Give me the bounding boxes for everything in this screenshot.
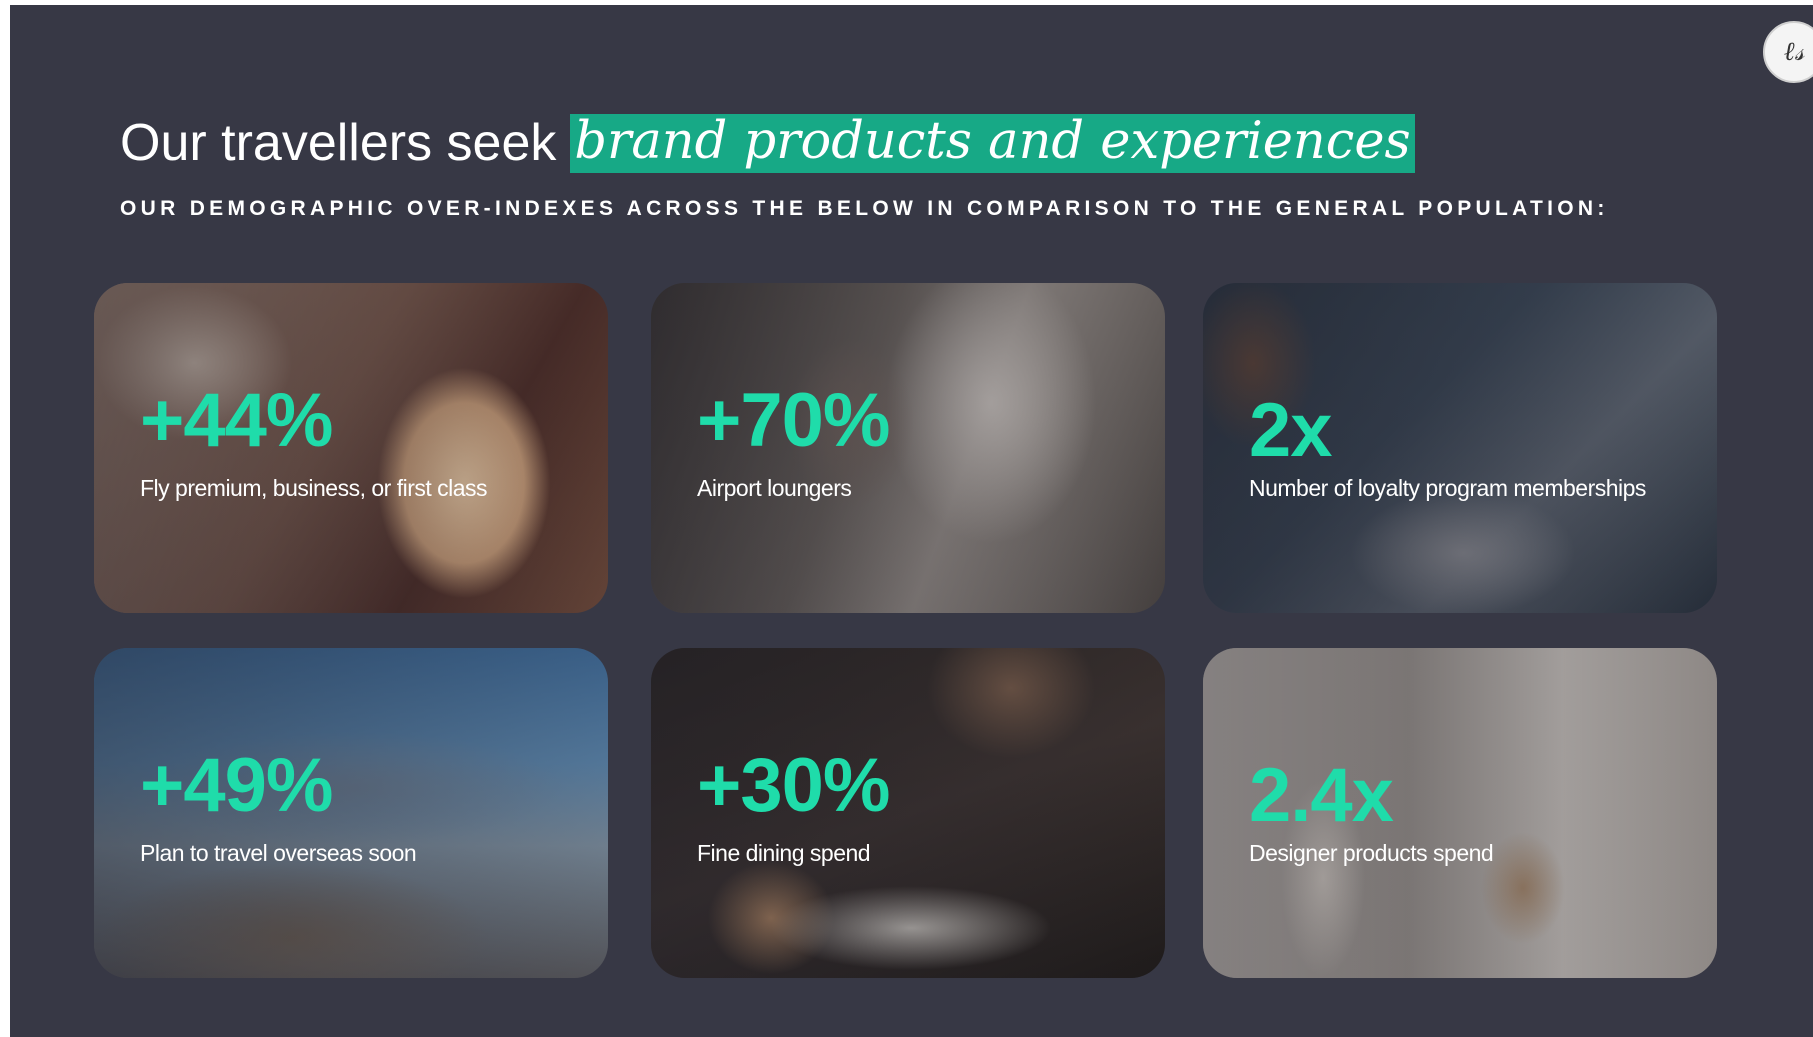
page-subtitle: OUR DEMOGRAPHIC OVER-INDEXES ACROSS THE … bbox=[120, 197, 1609, 220]
stat-value: 2.4x bbox=[1249, 753, 1394, 838]
stat-label: Designer products spend bbox=[1249, 840, 1494, 866]
page-title: Our travellers seek brand products and e… bbox=[120, 113, 1415, 173]
stat-card-premium-flights: +44% Fly premium, business, or first cla… bbox=[94, 283, 608, 613]
stat-label: Plan to travel overseas soon bbox=[140, 840, 417, 866]
stat-value: +70% bbox=[697, 378, 890, 463]
stat-label: Airport loungers bbox=[697, 475, 852, 501]
stat-value: +44% bbox=[140, 378, 333, 463]
stat-card-loyalty-memberships: 2x Number of loyalty program memberships bbox=[1203, 283, 1717, 613]
stat-value: 2x bbox=[1249, 388, 1333, 473]
brand-logo: ℓ𝓈 bbox=[1763, 21, 1813, 83]
stat-value: +49% bbox=[140, 743, 333, 828]
stat-label: Number of loyalty program memberships bbox=[1249, 475, 1646, 501]
stat-card-designer-products: 2.4x Designer products spend bbox=[1203, 648, 1717, 978]
title-highlight: brand products and experiences bbox=[570, 113, 1415, 173]
stat-card-fine-dining: +30% Fine dining spend bbox=[651, 648, 1165, 978]
stat-value: +30% bbox=[697, 743, 890, 828]
stat-label: Fine dining spend bbox=[697, 840, 871, 866]
left-border bbox=[0, 0, 10, 1037]
title-plain: Our travellers seek bbox=[120, 114, 557, 172]
stat-card-airport-loungers: +70% Airport loungers bbox=[651, 283, 1165, 613]
stat-label: Fly premium, business, or first class bbox=[140, 475, 488, 501]
stat-card-overseas-travel: +49% Plan to travel overseas soon bbox=[94, 648, 608, 978]
